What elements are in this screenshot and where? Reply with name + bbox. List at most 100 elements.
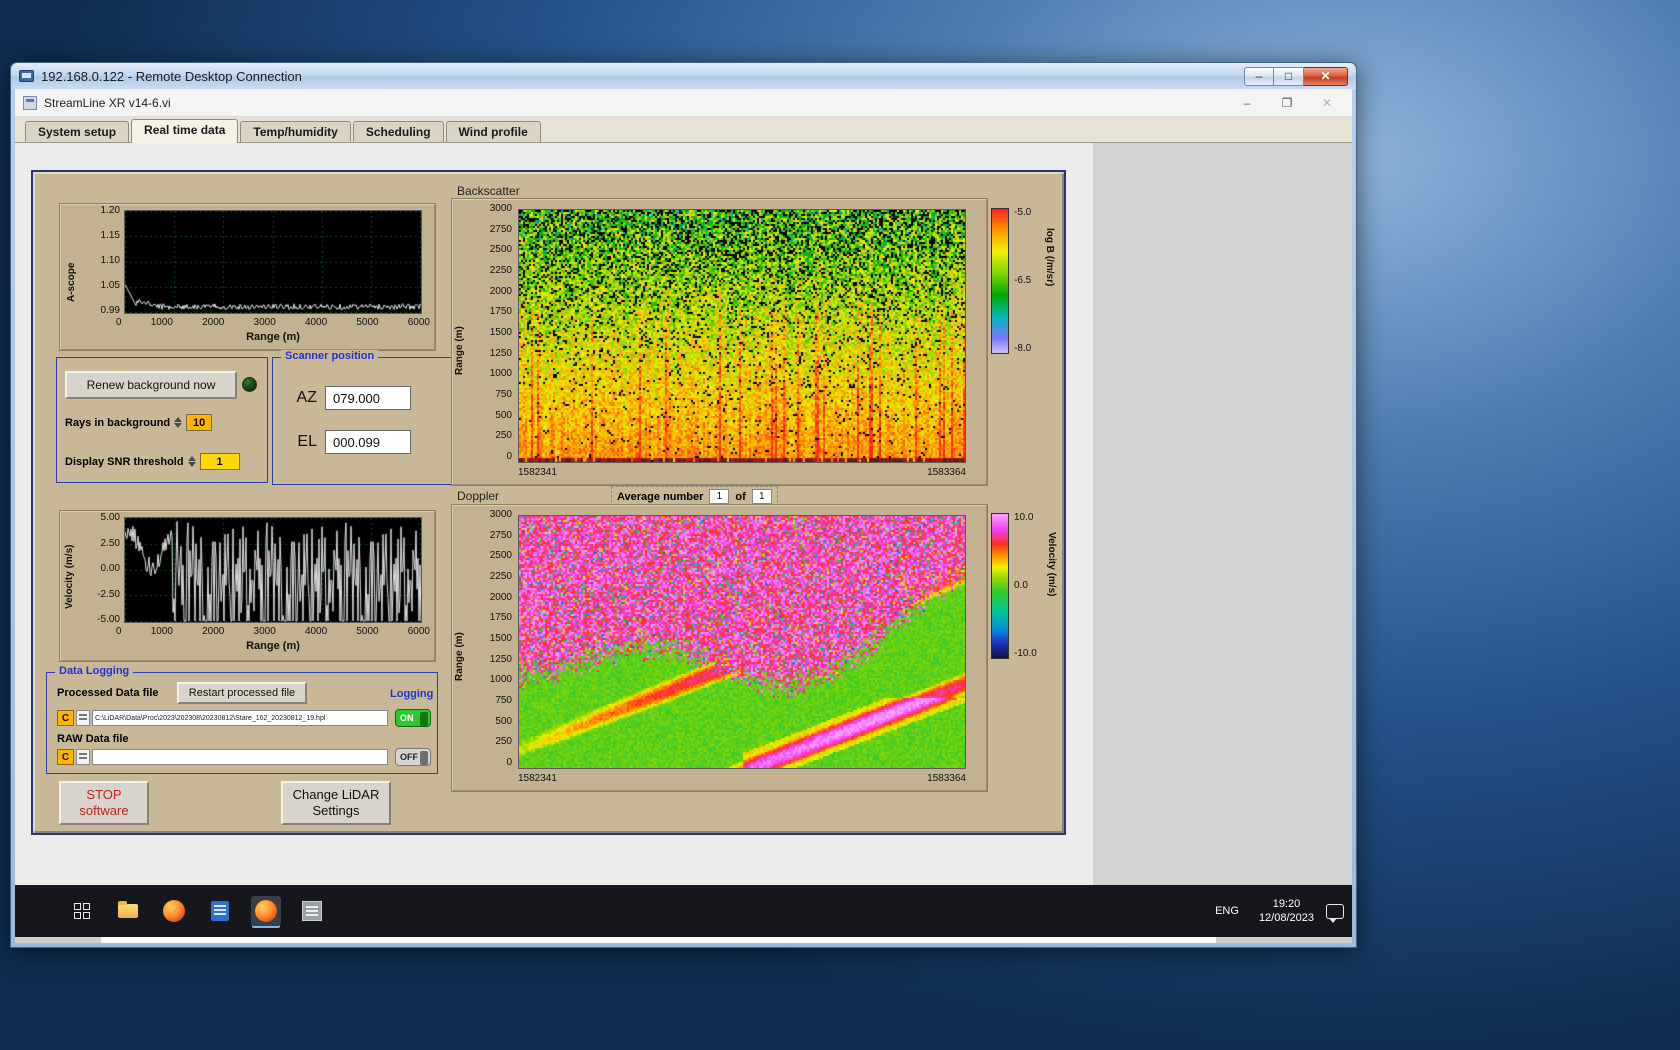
logging-label: Logging bbox=[390, 688, 434, 700]
rays-spinner[interactable] bbox=[174, 417, 183, 428]
app-window-title: StreamLine XR v14-6.vi bbox=[44, 95, 171, 110]
app-close-button[interactable]: ✕ bbox=[1320, 96, 1334, 110]
scan-tool-icon[interactable] bbox=[297, 896, 327, 926]
doppler-title: Doppler bbox=[457, 489, 500, 503]
az-value-field[interactable]: 079.000 bbox=[325, 386, 411, 410]
tick-label: 3000 bbox=[489, 203, 512, 214]
tick-label: 1.10 bbox=[100, 255, 120, 266]
tick-label: 0.99 bbox=[100, 305, 120, 316]
notification-center-icon[interactable] bbox=[1326, 903, 1344, 923]
app-minimize-button[interactable]: – bbox=[1240, 96, 1254, 110]
tick-label: -5.00 bbox=[97, 614, 120, 625]
file-explorer-icon[interactable] bbox=[113, 896, 143, 926]
data-logging-box: Data Logging Processed Data file Restart… bbox=[46, 665, 438, 774]
rdp-maximize-button[interactable]: □ bbox=[1274, 66, 1304, 86]
tick-label: 1750 bbox=[489, 612, 512, 624]
backscatter-colorbar-label: log B (/m/sr) bbox=[1044, 228, 1055, 287]
tick-label: 3000 bbox=[253, 626, 276, 637]
doppler-graph-frame: Range (m) 3000 2750 2500 2250 2000 1750 1500 12… bbox=[451, 504, 988, 792]
tick-label: 2250 bbox=[489, 570, 512, 582]
tab-real-time-data[interactable]: Real time data bbox=[131, 119, 239, 143]
change-lidar-settings-button[interactable]: Change LiDAR Settings bbox=[281, 781, 391, 825]
processed-drive-selector[interactable]: C bbox=[57, 710, 74, 726]
snr-value-field[interactable]: 1 bbox=[199, 453, 240, 470]
rdp-close-button[interactable]: ✕ bbox=[1304, 66, 1348, 86]
renew-background-button[interactable]: Renew background now bbox=[65, 371, 237, 399]
tick-label: 6000 bbox=[407, 317, 430, 328]
stop-software-button[interactable]: STOP software bbox=[59, 781, 149, 825]
tick-label: 3000 bbox=[253, 317, 276, 328]
tick-label: 0 bbox=[506, 756, 512, 768]
velocity-y-axis-label: Velocity (m/s) bbox=[64, 544, 75, 609]
processed-path-field[interactable]: C:\LiDAR\Data\Proc\2023\202308\20230812\… bbox=[92, 710, 388, 726]
of-label: of bbox=[735, 490, 746, 503]
tick-label: 2250 bbox=[489, 264, 512, 276]
task-view-icon[interactable] bbox=[67, 896, 97, 926]
az-label: AZ bbox=[296, 389, 317, 406]
tick-label: 2000 bbox=[202, 626, 225, 637]
backscatter-plot-area bbox=[518, 209, 966, 463]
vi-icon bbox=[23, 95, 37, 110]
background-controls-box: Renew background now Rays in background … bbox=[56, 357, 268, 483]
processed-data-file-label: Processed Data file bbox=[57, 687, 159, 699]
firefox-icon[interactable] bbox=[159, 896, 189, 926]
ascope-y-ticks: 1.20 1.15 1.10 1.05 0.99 bbox=[84, 206, 120, 316]
tab-wind-profile[interactable]: Wind profile bbox=[445, 121, 541, 142]
processed-logging-toggle[interactable]: ON bbox=[395, 709, 431, 727]
taskbar-highlight-strip bbox=[101, 937, 1216, 943]
backscatter-x-start: 1582341 bbox=[518, 467, 557, 478]
tick-label: 4000 bbox=[304, 317, 328, 328]
ascope-graph-frame: A-scope 1.20 1.15 1.10 1.05 0.99 0 1000 2000 30… bbox=[59, 203, 436, 351]
tick-label: -10.0 bbox=[1014, 648, 1037, 659]
rdp-titlebar: 192.168.0.122 - Remote Desktop Connectio… bbox=[11, 63, 1356, 89]
doppler-y-ticks: 3000 2750 2500 2250 2000 1750 1500 1250 1000 750 5… bbox=[466, 510, 512, 768]
snr-spinner[interactable] bbox=[187, 456, 196, 467]
average-number-field[interactable]: 1 bbox=[709, 489, 730, 504]
processed-browse-icon[interactable] bbox=[76, 710, 90, 726]
raw-drive-selector[interactable]: C bbox=[57, 749, 74, 765]
backscatter-colorbar bbox=[991, 208, 1009, 354]
tick-label: 2500 bbox=[489, 244, 512, 256]
ascope-plot-area bbox=[124, 210, 422, 314]
raw-logging-toggle[interactable]: OFF bbox=[395, 748, 431, 766]
tick-label: 0 bbox=[116, 317, 122, 328]
tick-label: 4000 bbox=[304, 626, 328, 637]
tab-temp-humidity[interactable]: Temp/humidity bbox=[240, 121, 351, 142]
average-total-field[interactable]: 1 bbox=[751, 489, 772, 504]
el-value-field[interactable]: 000.099 bbox=[325, 430, 411, 454]
off-toggle-label: OFF bbox=[400, 752, 418, 762]
scanner-position-box: Scanner position AZ 079.000 EL 000.099 bbox=[272, 350, 470, 485]
rdp-minimize-button[interactable]: – bbox=[1244, 66, 1274, 86]
velocity-graph-frame: Velocity (m/s) 5.00 2.50 0.00 -2.50 -5.00 0 1… bbox=[59, 510, 436, 662]
tick-label: 1.05 bbox=[100, 280, 120, 291]
tick-label: 5000 bbox=[356, 626, 379, 637]
tick-label: 1250 bbox=[489, 653, 512, 665]
rays-value-field[interactable]: 10 bbox=[186, 414, 213, 431]
tick-label: 1000 bbox=[150, 317, 173, 328]
rdp-window-title: 192.168.0.122 - Remote Desktop Connectio… bbox=[41, 68, 302, 84]
tick-label: 5000 bbox=[356, 317, 379, 328]
velocity-plot-area bbox=[124, 517, 422, 623]
firefox-active-icon[interactable] bbox=[251, 896, 281, 926]
ascope-y-axis-label: A-scope bbox=[66, 262, 77, 302]
doppler-colorbar bbox=[991, 513, 1009, 659]
tab-system-setup[interactable]: System setup bbox=[25, 121, 130, 142]
taskbar-clock[interactable]: 19:20 12/08/2023 bbox=[1259, 897, 1314, 925]
tick-label: 6000 bbox=[407, 626, 430, 637]
notepad-document-icon[interactable] bbox=[205, 896, 235, 926]
background-led bbox=[242, 377, 257, 392]
tick-label: 500 bbox=[495, 715, 512, 727]
doppler-x-ticks: 1582341 1583364 bbox=[518, 773, 966, 784]
raw-path-field[interactable] bbox=[92, 749, 388, 765]
tick-label: 250 bbox=[495, 430, 512, 442]
app-restore-button[interactable]: ❐ bbox=[1280, 96, 1294, 110]
doppler-colorbar-ticks: 10.0 0.0 -10.0 bbox=[1014, 513, 1046, 659]
velocity-canvas bbox=[125, 518, 421, 622]
tick-label: 5.00 bbox=[100, 512, 120, 523]
raw-browse-icon[interactable] bbox=[76, 749, 90, 765]
restart-processed-file-button[interactable]: Restart processed file bbox=[177, 682, 307, 704]
language-indicator[interactable]: ENG bbox=[1207, 899, 1247, 923]
tab-scheduling[interactable]: Scheduling bbox=[352, 121, 444, 142]
off-toggle-knob bbox=[420, 751, 428, 765]
ascope-x-axis-label: Range (m) bbox=[246, 331, 300, 343]
